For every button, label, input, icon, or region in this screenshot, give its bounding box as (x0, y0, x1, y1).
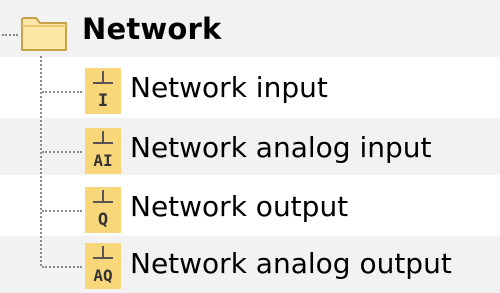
tree-row-bg (0, 0, 500, 57)
tree-node-label: Network analog output (130, 247, 452, 280)
network-input-icon: I (85, 68, 121, 114)
network-analog-output-icon: AQ (85, 243, 121, 289)
tree-connector (42, 210, 82, 212)
tree-connector (42, 91, 82, 93)
tree-connector (42, 266, 82, 268)
network-output-icon: Q (85, 187, 121, 233)
tree-node-label: Network analog input (130, 131, 432, 164)
svg-text:I: I (98, 91, 108, 111)
network-tree: Network I Network input AI Network analo… (0, 0, 500, 293)
svg-text:AQ: AQ (93, 266, 112, 285)
network-analog-input-icon: AI (85, 128, 121, 174)
svg-text:AI: AI (93, 151, 112, 170)
tree-connector (42, 151, 82, 153)
tree-connector (40, 56, 42, 266)
tree-connector (2, 34, 18, 36)
folder-icon (21, 17, 67, 51)
tree-node-label: Network (82, 12, 222, 46)
tree-node-label: Network output (130, 190, 349, 223)
tree-node-label: Network input (130, 71, 328, 104)
svg-text:Q: Q (98, 210, 108, 230)
